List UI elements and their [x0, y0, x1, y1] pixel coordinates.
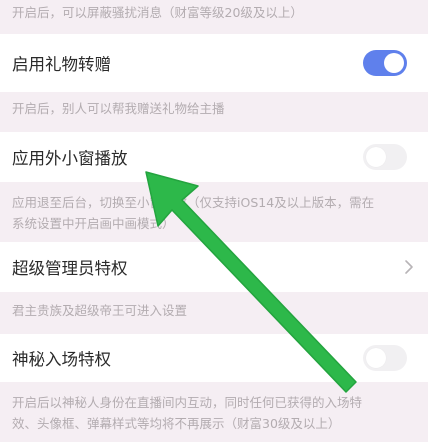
- hint-block-privacy: 开启后，可以屏蔽骚扰消息（财富等级20级及以上）: [0, 0, 428, 34]
- toggle-knob: [366, 147, 386, 167]
- hint-text-mystery-line1: 开启后以神秘人身份在直播间内互动，同时任何已获得的入场特: [12, 395, 363, 410]
- setting-label-super-admin: 超级管理员特权: [12, 259, 128, 278]
- hint-text-gift-transfer: 开启后，别人可以帮我赠送礼物给主播: [12, 101, 225, 116]
- toggle-knob: [384, 53, 404, 73]
- hint-text-super-admin: 君主贵族及超级帝王可进入设置: [12, 303, 188, 318]
- setting-label-gift-transfer: 启用礼物转赠: [12, 55, 111, 74]
- hint-text-mystery-line2: 效、头像框、弹幕样式等均将不再展示（财富30级及以上）: [12, 416, 341, 431]
- hint-block-mystery-entry: 开启后以神秘人身份在直播间内互动，同时任何已获得的入场特 效、头像框、弹幕样式等…: [0, 382, 428, 442]
- gift-transfer-toggle[interactable]: [363, 50, 407, 76]
- hint-block-super-admin: 君主贵族及超级帝王可进入设置: [0, 292, 428, 334]
- hint-text-pip-line1: 应用退至后台，切换至小窗播放（仅支持iOS14及以上版本，需在: [12, 195, 375, 210]
- setting-label-mystery-entry: 神秘入场特权: [12, 350, 111, 369]
- chevron-right-icon: [405, 260, 413, 274]
- hint-text-privacy: 开启后，可以屏蔽骚扰消息（财富等级20级及以上）: [12, 5, 303, 20]
- setting-row-mystery-entry[interactable]: 神秘入场特权: [0, 334, 428, 382]
- setting-row-super-admin[interactable]: 超级管理员特权: [0, 242, 428, 292]
- pip-toggle[interactable]: [363, 144, 407, 170]
- mystery-entry-toggle[interactable]: [363, 345, 407, 371]
- toggle-knob: [366, 348, 386, 368]
- hint-block-pip: 应用退至后台，切换至小窗播放（仅支持iOS14及以上版本，需在 系统设置中开启画…: [0, 182, 428, 242]
- hint-block-gift-transfer: 开启后，别人可以帮我赠送礼物给主播: [0, 92, 428, 132]
- hint-text-pip-line2: 系统设置中开启画中画模式）: [12, 216, 175, 231]
- setting-label-pip: 应用外小窗播放: [12, 149, 128, 168]
- setting-row-gift-transfer[interactable]: 启用礼物转赠: [0, 34, 428, 92]
- setting-row-pip[interactable]: 应用外小窗播放: [0, 132, 428, 182]
